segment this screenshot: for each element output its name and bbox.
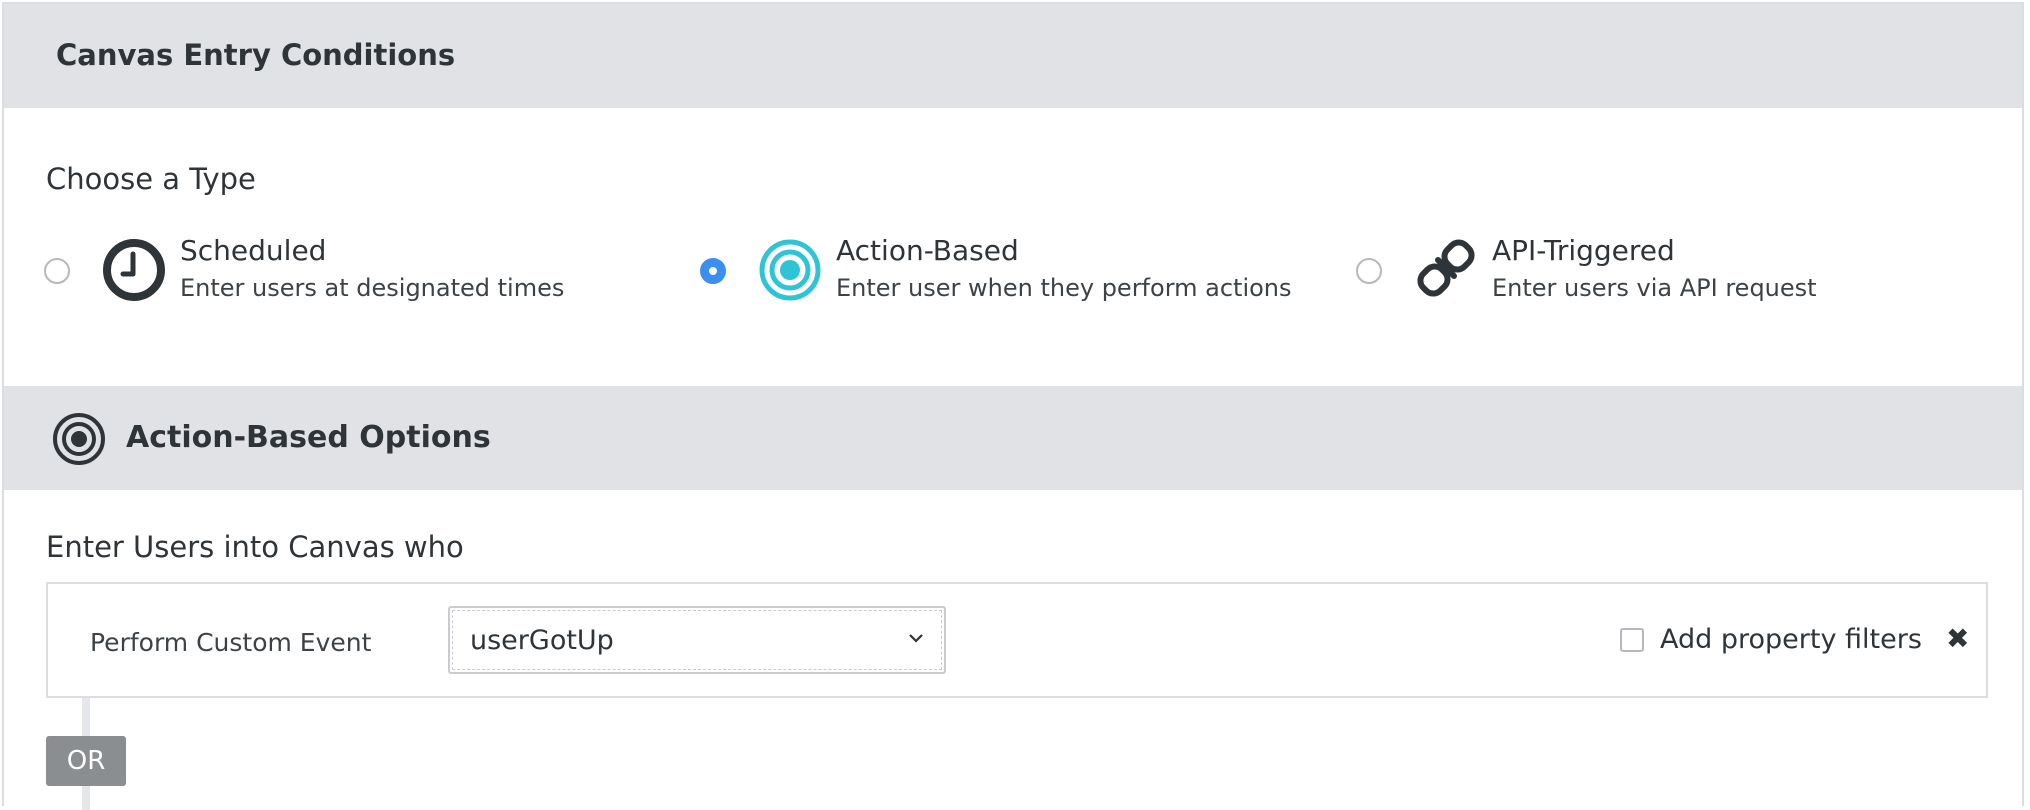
close-icon[interactable]: ✖	[1946, 622, 1969, 655]
type-option-api-triggered[interactable]: API-Triggered Enter users via API reques…	[1356, 230, 1916, 310]
target-icon	[758, 238, 822, 306]
type-title-api-triggered: API-Triggered	[1492, 234, 1675, 267]
action-options-title: Action-Based Options	[126, 420, 491, 455]
type-option-scheduled[interactable]: Scheduled Enter users at designated time…	[44, 230, 604, 310]
action-options-header: Action-Based Options	[4, 386, 2022, 490]
radio-api-triggered[interactable]	[1356, 258, 1382, 284]
type-desc-scheduled: Enter users at designated times	[180, 274, 565, 302]
property-filters-label[interactable]: Add property filters	[1660, 624, 1922, 655]
choose-type-label: Choose a Type	[46, 162, 256, 196]
event-row: Perform Custom Event userGotUp Add prope…	[46, 582, 1988, 698]
chevron-down-icon	[904, 626, 928, 654]
enter-users-label: Enter Users into Canvas who	[46, 530, 464, 564]
custom-event-value: userGotUp	[470, 625, 614, 656]
radio-action-based[interactable]	[700, 258, 726, 284]
action-type-label: Perform Custom Event	[90, 628, 372, 657]
type-title-action-based: Action-Based	[836, 234, 1019, 267]
type-option-action-based[interactable]: Action-Based Enter user when they perfor…	[700, 230, 1300, 310]
type-title-scheduled: Scheduled	[180, 234, 327, 267]
radio-scheduled[interactable]	[44, 258, 70, 284]
or-button[interactable]: OR	[46, 736, 126, 786]
custom-event-select[interactable]: userGotUp	[448, 606, 946, 674]
property-filters-checkbox[interactable]	[1620, 628, 1644, 652]
page-title: Canvas Entry Conditions	[56, 38, 456, 72]
link-icon	[1414, 236, 1478, 304]
type-desc-action-based: Enter user when they perform actions	[836, 274, 1292, 302]
entry-conditions-header: Canvas Entry Conditions	[4, 4, 2022, 108]
target-icon	[52, 412, 106, 470]
entry-conditions-panel: Canvas Entry Conditions Choose a Type Sc…	[2, 2, 2024, 810]
clock-icon	[102, 238, 166, 306]
type-desc-api-triggered: Enter users via API request	[1492, 274, 1817, 302]
